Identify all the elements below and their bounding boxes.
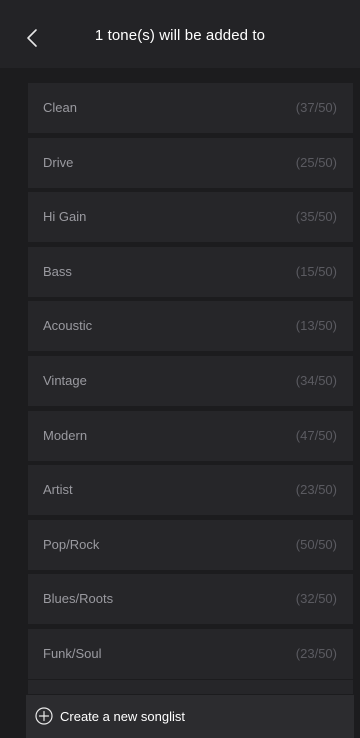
header: 1 tone(s) will be added to bbox=[0, 0, 360, 68]
songlist-count: (15/50) bbox=[295, 263, 337, 279]
page-title: 1 tone(s) will be added to bbox=[94, 27, 266, 44]
songlist-name: Modern bbox=[43, 427, 88, 443]
songlist-count: (32/50) bbox=[295, 591, 337, 607]
songlist-count: (37/50) bbox=[295, 100, 337, 115]
songlist-picker-screen: 1 tone(s) will be added to Clean (37/50)… bbox=[0, 0, 360, 738]
songlist-name: Acoustic bbox=[43, 318, 93, 334]
create-songlist-button[interactable]: Create a new songlist bbox=[26, 695, 354, 738]
songlist-name: Artist bbox=[43, 482, 73, 498]
songlist-name: Bass bbox=[43, 263, 72, 279]
create-songlist-label: Create a new songlist bbox=[60, 709, 186, 724]
songlist-item-hi-gain[interactable]: Hi Gain (35/50) bbox=[28, 192, 353, 243]
songlist-item-bass[interactable]: Bass (15/50) bbox=[28, 246, 353, 297]
songlist-item-funk-soul[interactable]: Funk/Soul (23/50) bbox=[28, 628, 353, 679]
songlist-item-acoustic[interactable]: Acoustic (13/50) bbox=[28, 301, 353, 352]
songlist-count: (23/50) bbox=[295, 482, 337, 498]
list-item-partial bbox=[28, 680, 353, 694]
songlist-list: Clean (37/50) Drive (25/50) Hi Gain (35/… bbox=[28, 83, 353, 684]
songlist-name: Pop/Rock bbox=[43, 536, 100, 552]
songlist-name: Clean bbox=[43, 100, 77, 115]
songlist-count: (50/50) bbox=[295, 536, 337, 552]
songlist-item-drive[interactable]: Drive (25/50) bbox=[28, 137, 353, 188]
songlist-item-pop-rock[interactable]: Pop/Rock (50/50) bbox=[28, 519, 353, 570]
songlist-name: Vintage bbox=[43, 372, 87, 388]
songlist-name: Blues/Roots bbox=[43, 591, 114, 607]
songlist-count: (23/50) bbox=[295, 645, 337, 661]
songlist-count: (25/50) bbox=[295, 154, 337, 170]
songlist-count: (35/50) bbox=[295, 209, 337, 225]
songlist-name: Funk/Soul bbox=[43, 645, 102, 661]
songlist-item-clean[interactable]: Clean (37/50) bbox=[28, 83, 353, 133]
songlist-count: (47/50) bbox=[295, 427, 337, 443]
songlist-item-vintage[interactable]: Vintage (34/50) bbox=[28, 355, 353, 406]
songlist-name: Hi Gain bbox=[43, 209, 87, 225]
songlist-item-blues-roots[interactable]: Blues/Roots (32/50) bbox=[28, 574, 353, 625]
songlist-name: Drive bbox=[43, 154, 74, 170]
plus-circle-icon bbox=[35, 707, 53, 725]
songlist-count: (13/50) bbox=[295, 318, 337, 334]
songlist-item-modern[interactable]: Modern (47/50) bbox=[28, 410, 353, 461]
songlist-item-artist[interactable]: Artist (23/50) bbox=[28, 465, 353, 516]
songlist-count: (34/50) bbox=[295, 372, 337, 388]
